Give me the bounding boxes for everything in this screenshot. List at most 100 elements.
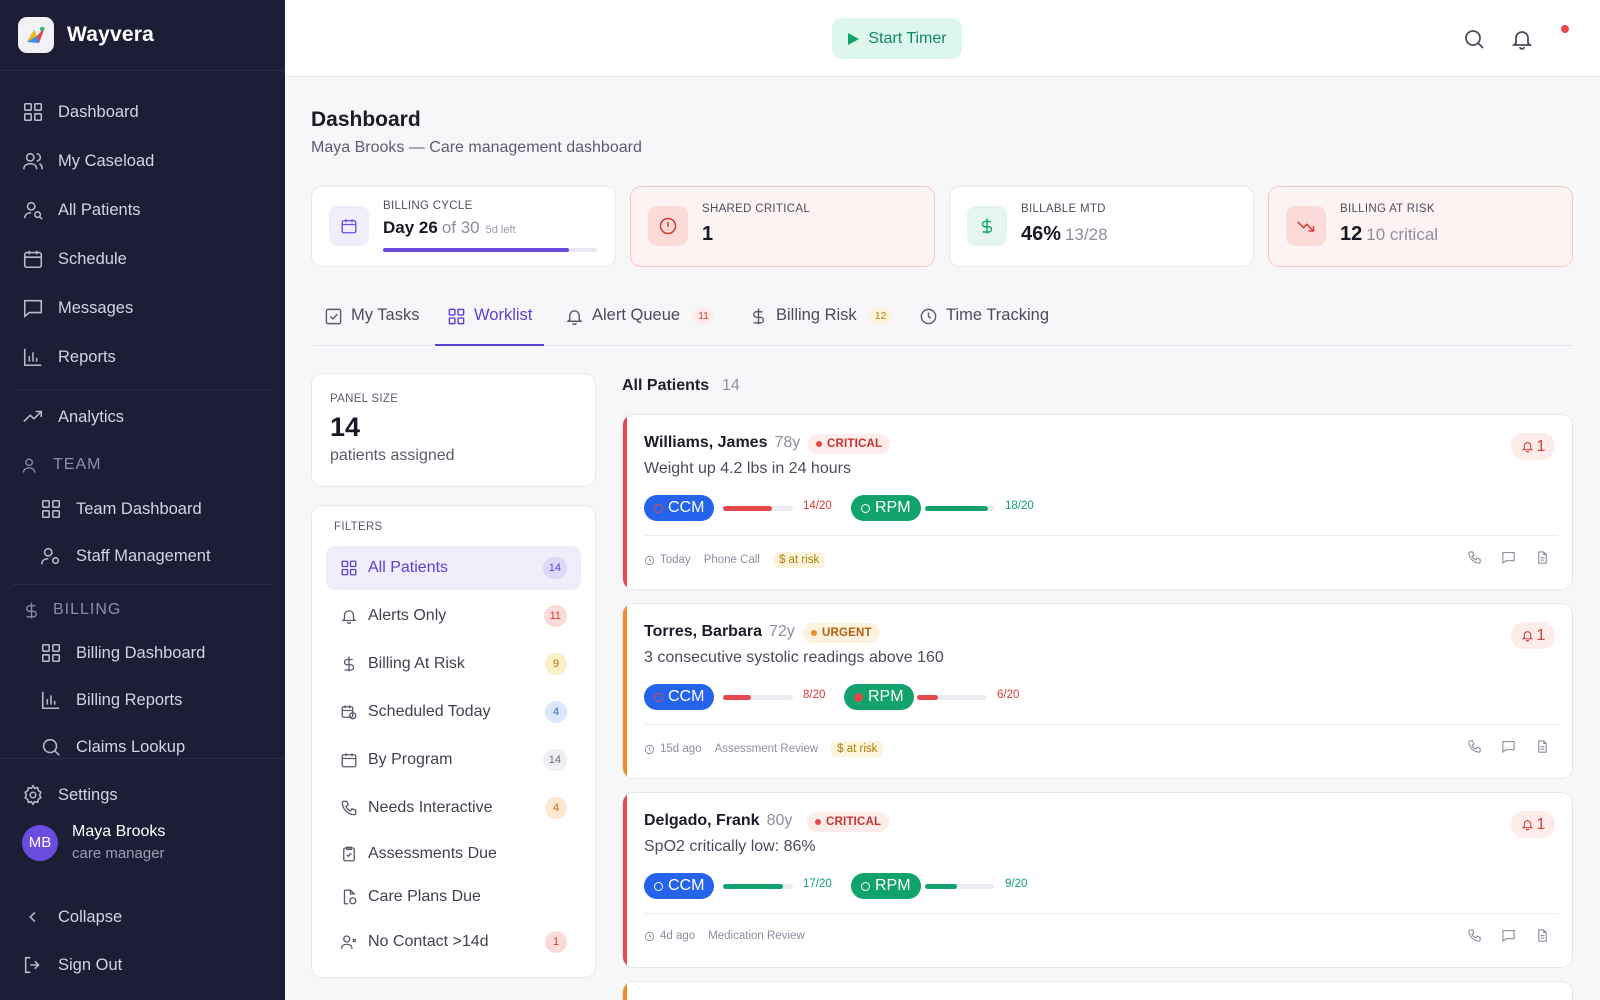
filter-count: 4 [545, 701, 567, 723]
filter-alerts-only[interactable]: Alerts Only 11 [326, 594, 581, 638]
dollar-icon [343, 656, 355, 672]
alert-count: 1 [1536, 626, 1546, 644]
status-dot [816, 441, 822, 447]
sidebar-item-all-patients[interactable]: All Patients [22, 195, 141, 225]
message-icon[interactable] [1501, 739, 1516, 754]
filter-billing-at-risk[interactable]: Billing At Risk 9 [326, 642, 581, 686]
tab-worklist[interactable]: Worklist [435, 306, 545, 346]
status-ring [861, 503, 870, 513]
filter-count: 9 [545, 653, 567, 675]
stat-card-shared-critical[interactable]: SHARED CRITICAL 1 [630, 186, 935, 267]
card-actions [1467, 928, 1550, 943]
document-icon[interactable] [1535, 928, 1550, 943]
start-timer-button[interactable]: Start Timer [832, 18, 962, 59]
patient-card[interactable]: Williams, James 78y CRITICAL Weight up 4.… [622, 414, 1573, 590]
brand-logo-icon [18, 17, 54, 53]
stat-card-billing-at-risk[interactable]: BILLING AT RISK 12 10 critical [1268, 186, 1573, 267]
alert-count-button[interactable]: 1 [1511, 811, 1555, 838]
sidebar-item-analytics[interactable]: Analytics [22, 402, 124, 432]
list-title: All Patients [622, 377, 710, 394]
brand[interactable]: Wayvera [18, 17, 154, 53]
sidebar-item-my-caseload[interactable]: My Caseload [22, 146, 154, 176]
tab-billing-risk[interactable]: Billing Risk 12 [749, 306, 893, 346]
filter-all-patients[interactable]: All Patients 14 [326, 546, 581, 590]
program-label: RPM [875, 877, 911, 894]
billing-cycle-progress-fill [383, 248, 569, 252]
filter-needs-interactive[interactable]: Needs Interactive 4 [326, 786, 581, 830]
patient-card[interactable]: Torres, Barbara 72y URGENT 3 consecutive … [622, 603, 1573, 779]
sidebar-item-messages[interactable]: Messages [22, 293, 133, 323]
sidebar-item-dashboard[interactable]: Dashboard [22, 97, 139, 127]
panel-value: 14 [330, 412, 361, 442]
filter-care-plans-due[interactable]: Care Plans Due [326, 875, 581, 919]
sidebar-item-staff-management[interactable]: Staff Management [40, 541, 211, 571]
ccm-pill[interactable]: CCM [644, 684, 715, 710]
program-label: RPM [875, 499, 911, 516]
ccm-progress [723, 884, 793, 889]
file-clock-icon [343, 888, 357, 905]
sidebar-item-settings[interactable]: Settings [22, 780, 118, 810]
patient-name[interactable]: Delgado, Frank 80y [644, 812, 792, 830]
program-label: RPM [868, 688, 904, 705]
card-footer: 15d ago Assessment Review $ at risk [644, 741, 884, 757]
sign-out-button[interactable]: Sign Out [22, 950, 122, 980]
panel-label: PANEL SIZE [330, 393, 399, 405]
grid-icon [41, 643, 61, 663]
sidebar-item-reports[interactable]: Reports [22, 342, 116, 372]
stat-label: BILLING CYCLE [383, 200, 473, 212]
sidebar-item-team-dashboard[interactable]: Team Dashboard [40, 494, 202, 524]
contact-type: Medication Review [708, 930, 805, 942]
ccm-pill[interactable]: CCM [644, 873, 715, 899]
patient-card[interactable] [622, 981, 1573, 1000]
stat-card-billing-cycle[interactable]: BILLING CYCLE Day 26 of 30 5d left [311, 186, 616, 267]
filter-assessments-due[interactable]: Assessments Due [326, 832, 581, 876]
alert-count-button[interactable]: 1 [1511, 433, 1555, 460]
bell-icon [566, 310, 583, 326]
status-dot [815, 819, 821, 825]
rpm-pill[interactable]: RPM [851, 873, 921, 899]
filter-no-contact[interactable]: No Contact >14d 1 [326, 920, 581, 964]
tab-time-tracking[interactable]: Time Tracking [919, 306, 1049, 346]
tab-my-tasks[interactable]: My Tasks [324, 306, 419, 346]
rpm-pill[interactable]: RPM [844, 684, 914, 710]
stat-detail: 13/28 [1065, 225, 1108, 244]
message-icon[interactable] [1501, 550, 1516, 565]
ccm-pill[interactable]: CCM [644, 495, 715, 521]
phone-icon[interactable] [1467, 928, 1482, 943]
stat-card-billable-mtd[interactable]: BILLABLE MTD 46% 13/28 [949, 186, 1254, 267]
alert-count-button[interactable]: 1 [1511, 622, 1555, 649]
bar-chart-icon [23, 348, 42, 367]
phone-icon[interactable] [1467, 550, 1482, 565]
chevron-left-icon [29, 911, 36, 923]
status-stripe [623, 415, 627, 589]
alert-reason: 3 consecutive systolic readings above 16… [644, 649, 944, 666]
filter-label: By Program [368, 751, 453, 768]
sidebar-section-team: TEAM [22, 452, 101, 478]
status-ring [654, 692, 663, 702]
sidebar-item-billing-dashboard[interactable]: Billing Dashboard [40, 638, 205, 668]
filter-by-program[interactable]: By Program 14 [326, 738, 581, 782]
sidebar-item-schedule[interactable]: Schedule [22, 244, 127, 274]
sidebar-item-label: Billing Reports [76, 690, 183, 709]
phone-icon[interactable] [1467, 739, 1482, 754]
tab-label: Time Tracking [946, 306, 1049, 324]
filter-scheduled-today[interactable]: Scheduled Today 4 [326, 690, 581, 734]
card-actions [1467, 550, 1550, 565]
user-profile[interactable]: MB Maya Brooks care manager [22, 823, 165, 862]
status-ring [861, 881, 870, 891]
section-heading: BILLING [53, 601, 122, 618]
patient-name[interactable]: Williams, James 78y [644, 434, 800, 452]
grid-icon [341, 560, 357, 576]
sidebar-item-billing-reports[interactable]: Billing Reports [40, 685, 182, 715]
search-icon[interactable] [1462, 27, 1486, 51]
tab-alert-queue[interactable]: Alert Queue 11 [565, 306, 715, 346]
rpm-pill[interactable]: RPM [851, 495, 921, 521]
message-icon[interactable] [1501, 928, 1516, 943]
stat-detail: 10 critical [1366, 225, 1439, 244]
patient-card[interactable]: Delgado, Frank 80y CRITICAL SpO2 critical… [622, 792, 1573, 968]
bell-icon[interactable] [1510, 27, 1534, 51]
document-icon[interactable] [1535, 550, 1550, 565]
document-icon[interactable] [1535, 739, 1550, 754]
patient-name[interactable]: Torres, Barbara 72y [644, 623, 795, 641]
collapse-button[interactable]: Collapse [22, 902, 122, 932]
